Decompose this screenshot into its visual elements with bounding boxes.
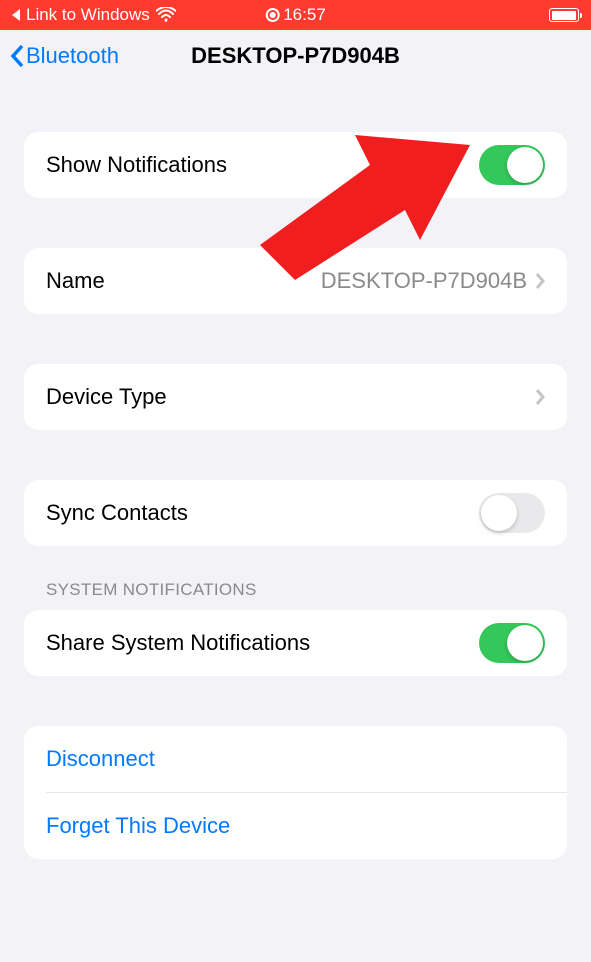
forget-device-label: Forget This Device	[46, 813, 230, 839]
status-back-app-label: Link to Windows	[26, 5, 150, 25]
navigation-bar: Bluetooth DESKTOP-P7D904B	[0, 30, 591, 82]
chevron-right-icon	[535, 272, 545, 290]
device-name-label: Name	[46, 268, 105, 294]
show-notifications-row[interactable]: Show Notifications	[24, 132, 567, 198]
device-type-row[interactable]: Device Type	[24, 364, 567, 430]
device-type-label: Device Type	[46, 384, 167, 410]
disconnect-button[interactable]: Disconnect	[24, 726, 567, 792]
back-button[interactable]: Bluetooth	[10, 43, 119, 69]
status-time: 16:57	[283, 5, 326, 25]
sync-contacts-label: Sync Contacts	[46, 500, 188, 526]
wifi-icon	[156, 7, 176, 23]
status-bar: Link to Windows 16:57	[0, 0, 591, 30]
share-system-notifications-label: Share System Notifications	[46, 630, 310, 656]
page-title: DESKTOP-P7D904B	[191, 43, 400, 69]
battery-icon	[549, 8, 579, 22]
status-time-area: 16:57	[265, 5, 326, 25]
status-battery-area	[549, 8, 579, 22]
show-notifications-label: Show Notifications	[46, 152, 227, 178]
share-system-notifications-row[interactable]: Share System Notifications	[24, 610, 567, 676]
status-back-to-app[interactable]: Link to Windows	[12, 5, 176, 25]
device-name-row[interactable]: Name DESKTOP-P7D904B	[24, 248, 567, 314]
back-triangle-icon	[12, 9, 20, 21]
back-button-label: Bluetooth	[26, 43, 119, 69]
chevron-left-icon	[10, 44, 24, 68]
share-system-notifications-toggle[interactable]	[479, 623, 545, 663]
show-notifications-toggle[interactable]	[479, 145, 545, 185]
device-name-value: DESKTOP-P7D904B	[321, 268, 527, 294]
chevron-right-icon	[535, 388, 545, 406]
forget-device-button[interactable]: Forget This Device	[24, 793, 567, 859]
system-notifications-header: SYSTEM NOTIFICATIONS	[24, 580, 567, 610]
sync-contacts-toggle[interactable]	[479, 493, 545, 533]
recording-icon	[265, 8, 279, 22]
disconnect-label: Disconnect	[46, 746, 155, 772]
sync-contacts-row[interactable]: Sync Contacts	[24, 480, 567, 546]
